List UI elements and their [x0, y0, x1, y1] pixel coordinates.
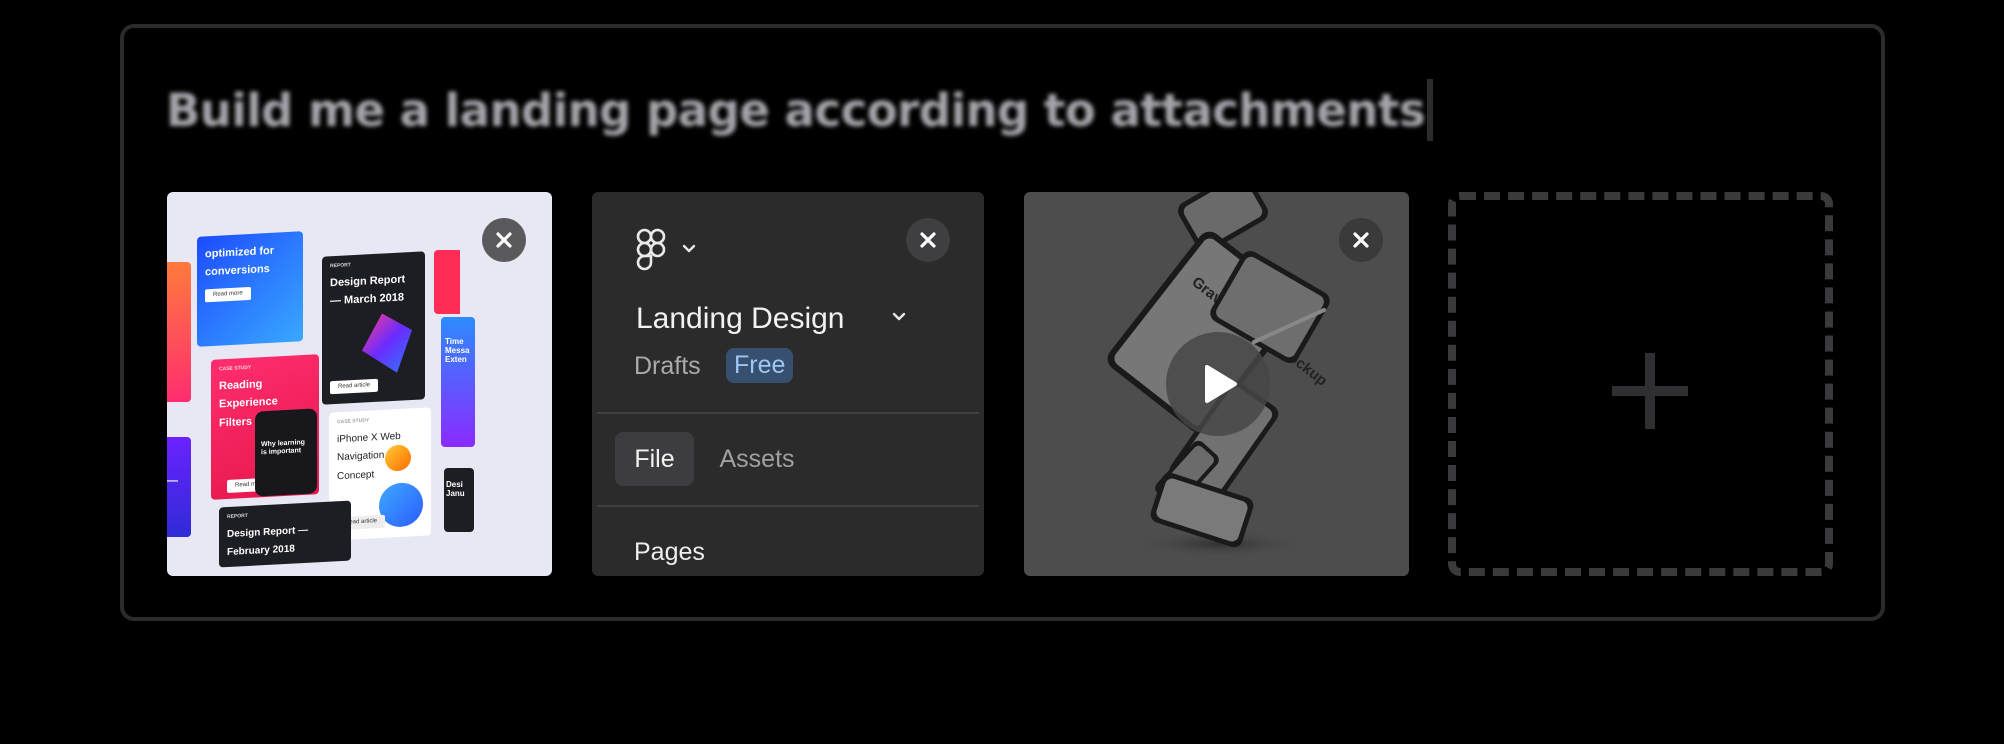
figma-logo-icon — [636, 228, 666, 271]
plus-icon — [1612, 353, 1688, 429]
plan-badge: Free — [726, 348, 794, 383]
image-attachment-card[interactable]: rt— optimized for conversions Read more … — [167, 192, 552, 576]
video-attachment-card[interactable]: Gravity Design Mockup — [1024, 192, 1409, 576]
pages-section-label: Pages — [634, 538, 705, 566]
chevron-down-icon[interactable] — [682, 243, 696, 258]
tab-assets[interactable]: Assets — [707, 432, 807, 486]
remove-attachment-button[interactable] — [482, 218, 526, 262]
collage-card-g: Time Messa Exten — [441, 317, 475, 447]
tab-file[interactable]: File — [615, 432, 694, 486]
prompt-input[interactable]: Build me a landing page according to att… — [166, 79, 1434, 141]
file-location: Drafts — [634, 352, 701, 380]
add-attachment-button[interactable] — [1448, 192, 1833, 576]
close-icon — [1353, 232, 1369, 248]
remove-attachment-button[interactable] — [1339, 218, 1383, 262]
divider — [597, 412, 979, 414]
collage-strip-left-2: rt— — [167, 437, 191, 537]
play-icon — [1205, 365, 1237, 403]
close-icon — [496, 232, 512, 248]
close-icon — [920, 232, 936, 248]
play-button[interactable] — [1166, 332, 1270, 436]
collage-card-h: Desi Janu — [444, 468, 474, 532]
collage-card-b: REPORT Design Report — March 2018 Read a… — [322, 251, 425, 405]
collage-card-d: Why learning is important — [255, 408, 317, 497]
remove-attachment-button[interactable] — [906, 218, 950, 262]
file-menu-chevron-icon[interactable] — [892, 310, 906, 326]
prompt-text: Build me a landing page according to att… — [166, 83, 1426, 137]
collage-strip-left — [167, 262, 191, 402]
divider — [597, 505, 979, 507]
text-caret — [1427, 79, 1434, 141]
collage-sliver-1 — [434, 250, 460, 314]
collage-card-f: REPORT Design Report — February 2018 — [219, 500, 351, 568]
file-title[interactable]: Landing Design — [636, 302, 845, 336]
figma-attachment-card[interactable]: Landing Design Drafts Free File Assets P… — [592, 192, 984, 576]
collage-card-a: optimized for conversions Read more — [197, 231, 303, 347]
